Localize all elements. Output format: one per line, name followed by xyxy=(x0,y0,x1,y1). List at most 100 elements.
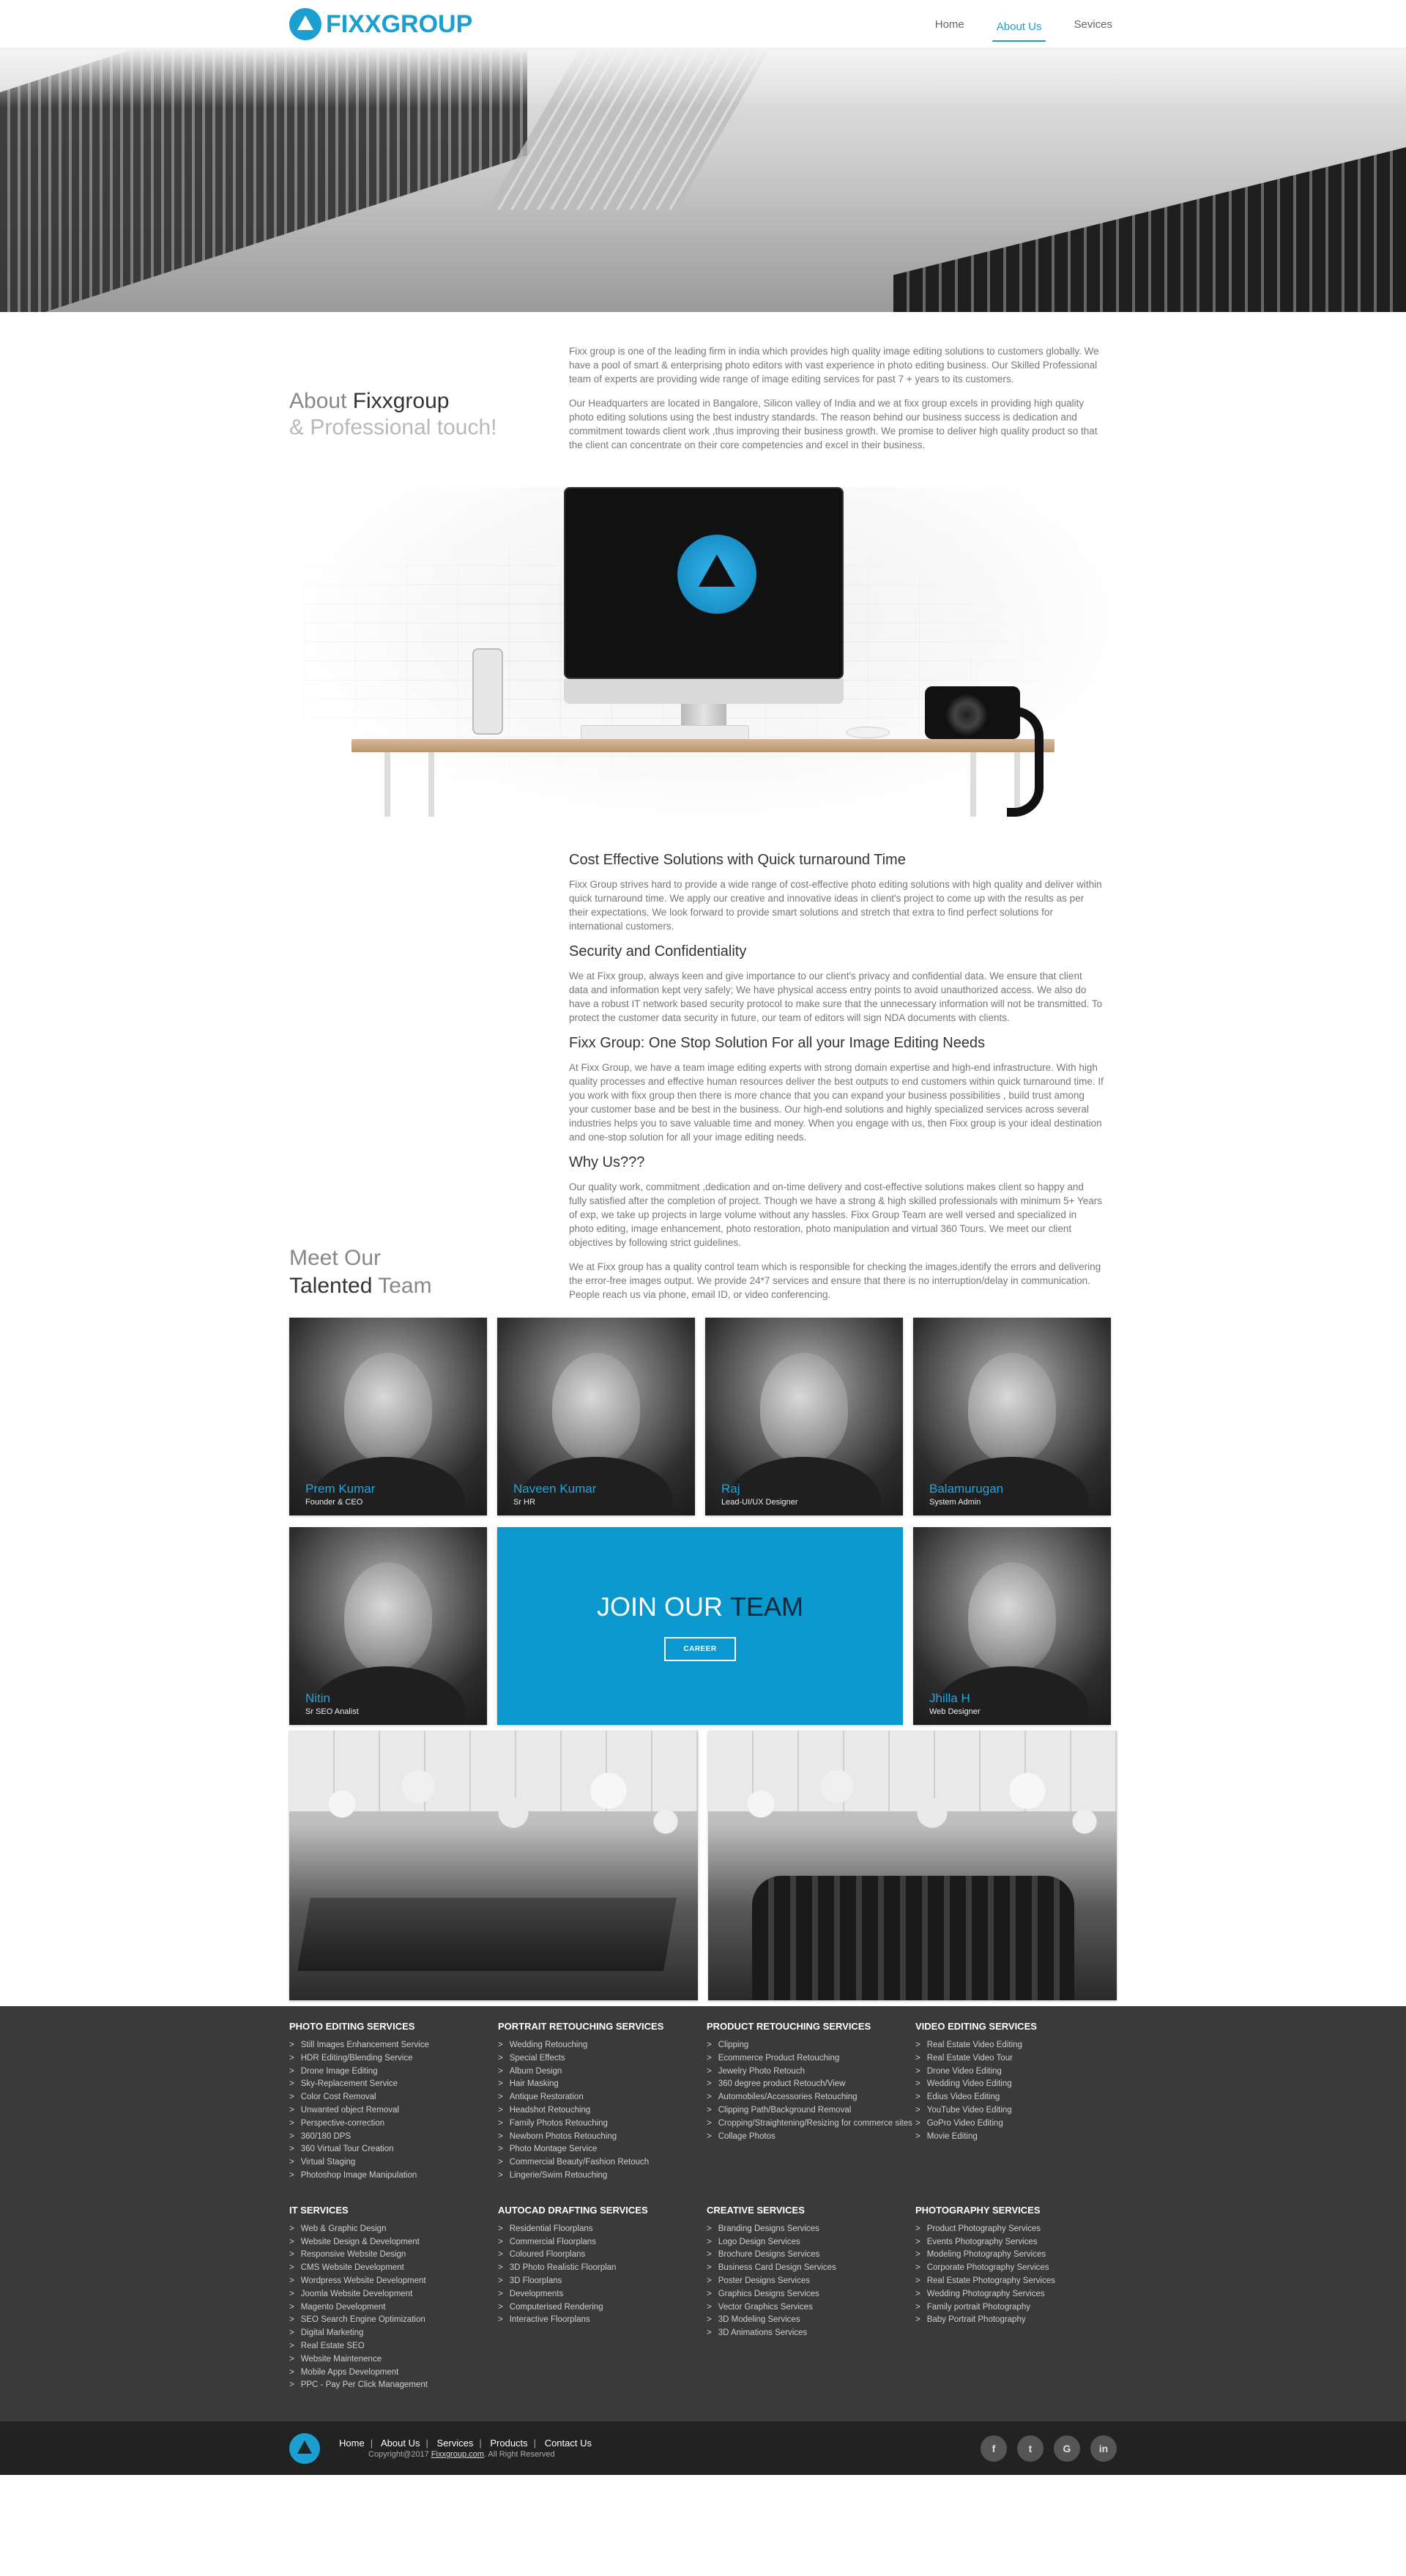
footer-service-link[interactable]: Baby Portrait Photography xyxy=(915,2314,1124,2327)
footer-service-link[interactable]: Logo Design Services xyxy=(707,2236,915,2249)
footer-service-link[interactable]: 360/180 DPS xyxy=(289,2131,498,2144)
footer-service-link[interactable]: Clipping xyxy=(707,2039,915,2052)
footer-service-link[interactable]: Website Maintenence xyxy=(289,2353,498,2367)
footer-service-link[interactable]: Photo Montage Service xyxy=(498,2143,707,2156)
member-role: Sr HR xyxy=(513,1498,535,1507)
footer-service-link[interactable]: HDR Editing/Blending Service xyxy=(289,2052,498,2065)
career-button[interactable]: CAREER xyxy=(664,1636,736,1661)
nav-services[interactable]: Sevices xyxy=(1069,14,1117,35)
footer-service-link[interactable]: Headshot Retouching xyxy=(498,2104,707,2117)
footer-service-link[interactable]: 3D Modeling Services xyxy=(707,2314,915,2327)
footer-service-link[interactable]: Product Photography Services xyxy=(915,2223,1124,2236)
footer-service-link[interactable]: 3D Animations Services xyxy=(707,2327,915,2340)
footer-service-link[interactable]: Commercial Beauty/Fashion Retouch xyxy=(498,2156,707,2169)
footer-service-link[interactable]: Branding Designs Services xyxy=(707,2223,915,2236)
footer-service-link[interactable]: Business Card Design Services xyxy=(707,2262,915,2275)
footer-service-link[interactable]: Jewelry Photo Retouch xyxy=(707,2065,915,2079)
footer-logo-icon[interactable] xyxy=(289,2432,320,2464)
footer-service-link[interactable]: GoPro Video Editing xyxy=(915,2117,1124,2131)
footer-service-link[interactable]: Real Estate Video Tour xyxy=(915,2052,1124,2065)
footer-service-link[interactable]: Modeling Photography Services xyxy=(915,2249,1124,2262)
footer-service-link[interactable]: YouTube Video Editing xyxy=(915,2104,1124,2117)
footer-service-link[interactable]: Antique Restoration xyxy=(498,2091,707,2104)
team-member-card[interactable]: Raj Lead-UI/UX Designer xyxy=(705,1318,903,1515)
google-plus-icon[interactable]: G xyxy=(1054,2435,1080,2462)
footer-service-link[interactable]: Website Design & Development xyxy=(289,2236,498,2249)
footer-service-link[interactable]: Developments xyxy=(498,2288,707,2301)
footer-service-link[interactable]: Drone Video Editing xyxy=(915,2065,1124,2079)
footer-service-link[interactable]: CMS Website Development xyxy=(289,2262,498,2275)
footer-service-link[interactable]: Ecommerce Product Retouching xyxy=(707,2052,915,2065)
footer-service-link[interactable]: Sky-Replacement Service xyxy=(289,2078,498,2091)
footer-service-link[interactable]: Corporate Photography Services xyxy=(915,2262,1124,2275)
footer-service-link[interactable]: Wedding Video Editing xyxy=(915,2078,1124,2091)
footer-link-about-us[interactable]: About Us xyxy=(381,2438,420,2449)
footer-service-link[interactable]: Wedding Photography Services xyxy=(915,2288,1124,2301)
team-member-card[interactable]: Balamurugan System Admin xyxy=(913,1318,1111,1515)
footer-service-link[interactable]: Joomla Website Development xyxy=(289,2288,498,2301)
footer-service-link[interactable]: Album Design xyxy=(498,2065,707,2079)
footer-service-link[interactable]: 360 degree product Retouch/View xyxy=(707,2078,915,2091)
footer-service-link[interactable]: Photoshop Image Manipulation xyxy=(289,2169,498,2183)
footer-service-link[interactable]: Real Estate Video Editing xyxy=(915,2039,1124,2052)
footer-service-link[interactable]: Cropping/Straightening/Resizing for comm… xyxy=(707,2117,915,2131)
footer-service-link[interactable]: Unwanted object Removal xyxy=(289,2104,498,2117)
footer-service-link[interactable]: Color Cost Removal xyxy=(289,2091,498,2104)
footer-service-link[interactable]: Edius Video Editing xyxy=(915,2091,1124,2104)
footer-service-link[interactable]: Responsive Website Design xyxy=(289,2249,498,2262)
footer-service-link[interactable]: Family Photos Retouching xyxy=(498,2117,707,2131)
footer-service-link[interactable]: Events Photography Services xyxy=(915,2236,1124,2249)
footer-service-link[interactable]: Family portrait Photography xyxy=(915,2301,1124,2315)
footer-service-link[interactable]: Poster Designs Services xyxy=(707,2275,915,2288)
footer-service-link[interactable]: Collage Photos xyxy=(707,2131,915,2144)
footer-service-link[interactable]: Special Effects xyxy=(498,2052,707,2065)
footer-link-products[interactable]: Products xyxy=(490,2438,527,2449)
footer-service-link[interactable]: Real Estate SEO xyxy=(289,2340,498,2353)
footer-service-link[interactable]: Digital Marketing xyxy=(289,2327,498,2340)
footer-service-link[interactable]: Wordpress Website Development xyxy=(289,2275,498,2288)
team-member-card[interactable]: Prem Kumar Founder & CEO xyxy=(289,1318,487,1515)
footer-service-link[interactable]: Web & Graphic Design xyxy=(289,2223,498,2236)
nav-home[interactable]: Home xyxy=(931,14,969,35)
footer-service-link[interactable]: Clipping Path/Background Removal xyxy=(707,2104,915,2117)
footer-service-link[interactable]: Magento Development xyxy=(289,2301,498,2315)
footer-link-contact-us[interactable]: Contact Us xyxy=(545,2438,592,2449)
footer-service-link[interactable]: Brochure Designs Services xyxy=(707,2249,915,2262)
footer-service-link[interactable]: Graphics Designs Services xyxy=(707,2288,915,2301)
facebook-icon[interactable]: f xyxy=(981,2435,1007,2462)
footer-service-link[interactable]: Virtual Staging xyxy=(289,2156,498,2169)
team-member-card[interactable]: Naveen Kumar Sr HR xyxy=(497,1318,695,1515)
copyright-link[interactable]: Fixxgroup.com xyxy=(431,2450,484,2459)
footer-service-link[interactable]: Commercial Floorplans xyxy=(498,2236,707,2249)
footer-service-link[interactable]: Wedding Retouching xyxy=(498,2039,707,2052)
site-logo[interactable]: FIXXGROUP xyxy=(289,8,472,40)
footer-service-link[interactable]: Drone Image Editing xyxy=(289,2065,498,2079)
footer-link-home[interactable]: Home xyxy=(339,2438,365,2449)
footer-service-link[interactable]: Residential Floorplans xyxy=(498,2223,707,2236)
footer-service-link[interactable]: 3D Photo Realistic Floorplan xyxy=(498,2262,707,2275)
footer-service-link[interactable]: Vector Graphics Services xyxy=(707,2301,915,2315)
footer-service-link[interactable]: 360 Virtual Tour Creation xyxy=(289,2143,498,2156)
footer-link-services[interactable]: Services xyxy=(436,2438,473,2449)
footer-service-link[interactable]: Newborn Photos Retouching xyxy=(498,2131,707,2144)
footer-service-link[interactable]: Movie Editing xyxy=(915,2131,1124,2144)
footer-service-link[interactable]: Mobile Apps Development xyxy=(289,2367,498,2380)
team-member-card[interactable]: Nitin Sr SEO Analist xyxy=(289,1527,487,1725)
team-member-card[interactable]: Jhilla H Web Designer xyxy=(913,1527,1111,1725)
twitter-icon[interactable]: t xyxy=(1017,2435,1044,2462)
linkedin-icon[interactable]: in xyxy=(1090,2435,1117,2462)
footer-service-link[interactable]: Coloured Floorplans xyxy=(498,2249,707,2262)
member-name: Nitin xyxy=(305,1691,331,1705)
footer-service-link[interactable]: Computerised Rendering xyxy=(498,2301,707,2315)
footer-service-link[interactable]: SEO Search Engine Optimization xyxy=(289,2314,498,2327)
footer-service-link[interactable]: PPC - Pay Per Click Management xyxy=(289,2379,498,2392)
footer-service-link[interactable]: Lingerie/Swim Retouching xyxy=(498,2169,707,2183)
footer-service-link[interactable]: Perspective-correction xyxy=(289,2117,498,2131)
footer-service-link[interactable]: Automobiles/Accessories Retouching xyxy=(707,2091,915,2104)
footer-service-link[interactable]: Real Estate Photography Services xyxy=(915,2275,1124,2288)
footer-service-link[interactable]: Hair Masking xyxy=(498,2078,707,2091)
footer-service-link[interactable]: Interactive Floorplans xyxy=(498,2314,707,2327)
nav-about-us[interactable]: About Us xyxy=(992,16,1046,42)
footer-service-link[interactable]: Still Images Enhancement Service xyxy=(289,2039,498,2052)
footer-service-link[interactable]: 3D Floorplans xyxy=(498,2275,707,2288)
